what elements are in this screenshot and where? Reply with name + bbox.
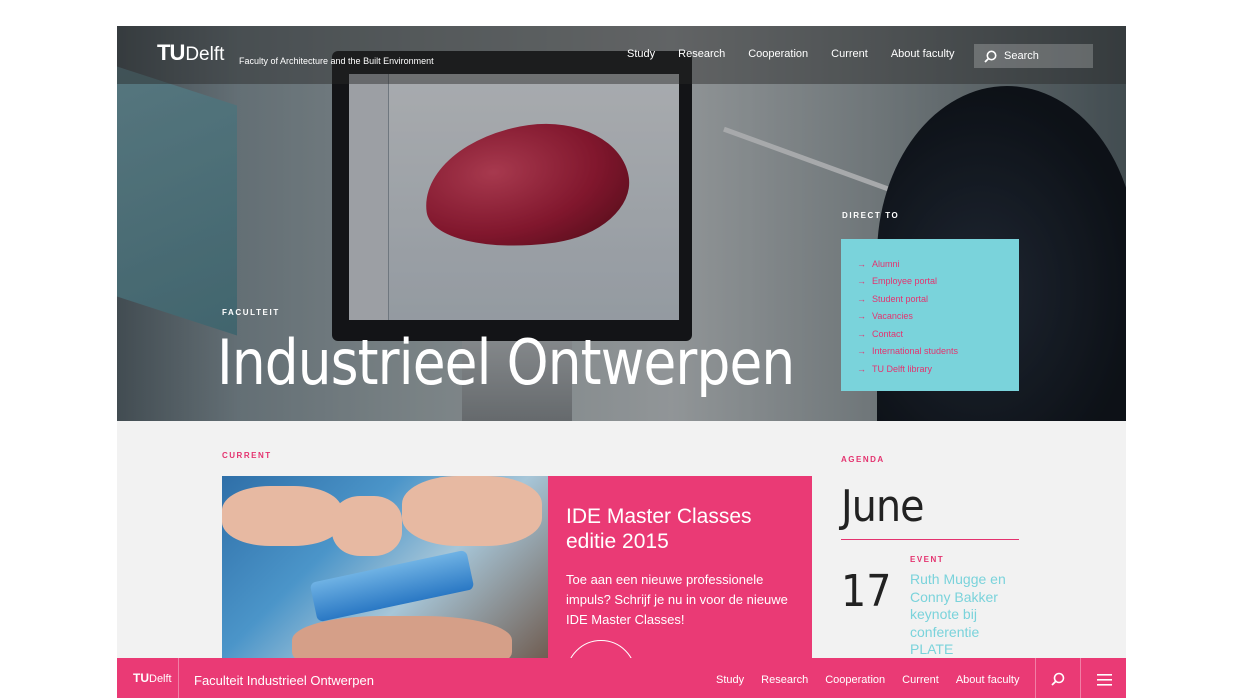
agenda-month: June (841, 481, 925, 532)
footer-nav-current[interactable]: Current (902, 674, 939, 686)
footer-nav-study[interactable]: Study (716, 674, 744, 686)
arrow-right-icon: → (857, 293, 866, 304)
footer-logo[interactable]: TU Delft (133, 671, 172, 685)
faculty-name: Faculty of Architecture and the Built En… (239, 56, 434, 66)
news-text: Toe aan een nieuwe professionele impuls?… (566, 572, 788, 627)
search-icon (1051, 672, 1065, 686)
footer-search-button[interactable] (1051, 672, 1065, 691)
footer-nav-about-faculty[interactable]: About faculty (956, 674, 1020, 686)
page: TU Delft Faculty of Architecture and the… (117, 26, 1126, 698)
nav-research[interactable]: Research (678, 48, 725, 60)
direct-to-box: → Alumni → Employee portal → Student portal… (841, 239, 1019, 391)
event-title[interactable]: Ruth Mugge en Conny Bakker keynote bij c… (910, 571, 1020, 659)
direct-link-vacancies[interactable]: → Vacancies (857, 308, 1019, 326)
search-placeholder: Search (1004, 50, 1039, 62)
footer-nav-research[interactable]: Research (761, 674, 808, 686)
footer-nav: Study Research Cooperation Current About… (716, 674, 1036, 686)
direct-link-alumni[interactable]: → Alumni (857, 255, 1019, 273)
logo-mark: TU (157, 40, 185, 65)
direct-link-international-students[interactable]: → International students (857, 343, 1019, 361)
direct-link-student-portal[interactable]: → Student portal (857, 290, 1019, 308)
sticky-footer-bar: TU Delft Faculteit Industrieel Ontwerpen … (117, 658, 1126, 698)
direct-link-employee-portal[interactable]: → Employee portal (857, 273, 1019, 291)
nav-cooperation[interactable]: Cooperation (748, 48, 808, 60)
arrow-right-icon: → (857, 328, 866, 339)
tudelft-logo[interactable]: TU Delft (157, 40, 224, 66)
hero: TU Delft Faculty of Architecture and the… (117, 26, 1126, 421)
news-image[interactable] (222, 476, 549, 661)
search-box[interactable]: Search (974, 44, 1093, 68)
event-day: 17 (841, 566, 892, 617)
hero-title: Industrieel Ontwerpen (217, 326, 795, 399)
hero-kicker: FACULTEIT (222, 308, 280, 317)
nav-about-faculty[interactable]: About faculty (891, 48, 955, 60)
nav-study[interactable]: Study (627, 48, 655, 60)
arrow-right-icon: → (857, 311, 866, 322)
footer-nav-cooperation[interactable]: Cooperation (825, 674, 885, 686)
footer-faculty-name[interactable]: Faculteit Industrieel Ontwerpen (194, 673, 374, 688)
direct-link-contact[interactable]: → Contact (857, 325, 1019, 343)
agenda-divider (841, 539, 1019, 540)
arrow-right-icon: → (857, 258, 866, 269)
arrow-right-icon: → (857, 276, 866, 287)
search-icon (984, 50, 997, 63)
news-title: IDE Master Classes editie 2015 (566, 505, 752, 553)
current-label: CURRENT (222, 451, 272, 460)
agenda-label: AGENDA (841, 455, 885, 464)
news-card[interactable]: IDE Master Classes editie 2015 Toe aan e… (548, 476, 812, 698)
menu-button[interactable] (1097, 673, 1112, 691)
event-type-label: EVENT (910, 555, 945, 564)
nav-current[interactable]: Current (831, 48, 868, 60)
arrow-right-icon: → (857, 363, 866, 374)
main-nav: Study Research Cooperation Current About… (627, 48, 977, 60)
logo-word: Delft (185, 44, 225, 65)
hamburger-icon (1097, 674, 1112, 686)
direct-to-label: DIRECT TO (842, 211, 900, 220)
direct-link-library[interactable]: → TU Delft library (857, 360, 1019, 378)
arrow-right-icon: → (857, 346, 866, 357)
